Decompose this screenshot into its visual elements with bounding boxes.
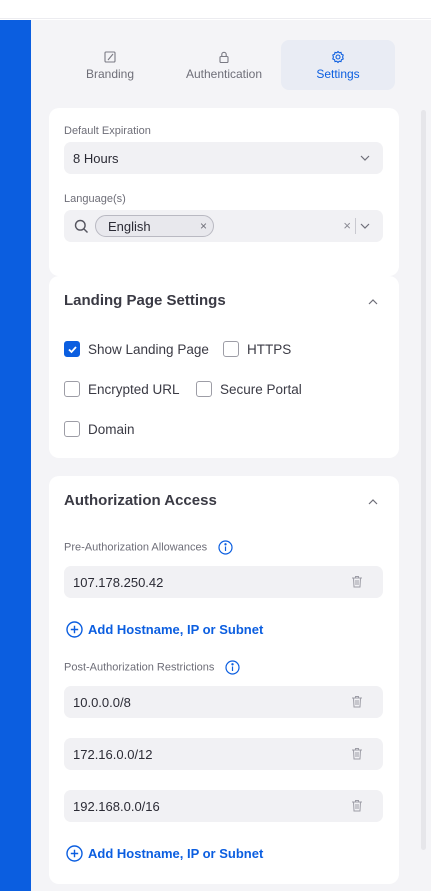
trash-icon[interactable]: [351, 799, 363, 812]
checkbox-label: Show Landing Page: [88, 341, 209, 357]
https-checkbox[interactable]: HTTPS: [223, 341, 291, 357]
entry-value: 107.178.250.42: [73, 574, 164, 590]
trash-icon[interactable]: [351, 695, 363, 708]
brush-icon: [104, 50, 116, 63]
add-post-authorization-button[interactable]: Add Hostname, IP or Subnet: [66, 845, 263, 862]
add-pre-authorization-button[interactable]: Add Hostname, IP or Subnet: [66, 621, 263, 638]
check-icon: [67, 345, 77, 353]
scrollbar[interactable]: [421, 110, 426, 850]
post-authorization-entry[interactable]: 10.0.0.0/8: [64, 686, 383, 718]
secure-portal-checkbox[interactable]: Secure Portal: [196, 381, 302, 397]
tab-label: Settings: [316, 66, 360, 81]
info-icon[interactable]: [218, 540, 233, 555]
chevron-down-icon[interactable]: [359, 220, 371, 232]
chevron-down-icon: [360, 155, 370, 161]
tab-label: Branding: [85, 66, 135, 81]
pre-authorization-label: Pre-Authorization Allowances: [64, 540, 233, 555]
tab-authentication[interactable]: Authentication: [167, 40, 281, 90]
checkbox-checked: [64, 341, 80, 357]
chip-remove-icon[interactable]: ×: [200, 219, 207, 233]
top-bar: [0, 0, 431, 19]
info-icon[interactable]: [225, 660, 241, 675]
chevron-up-icon[interactable]: [367, 296, 379, 308]
checkbox-label: Encrypted URL: [88, 381, 180, 397]
pre-authorization-label-text: Pre-Authorization Allowances: [64, 541, 208, 554]
checkbox-label: HTTPS: [247, 341, 292, 357]
entry-value: 192.168.0.0/16: [73, 798, 160, 814]
trash-icon[interactable]: [351, 575, 363, 588]
entry-value: 10.0.0.0/8: [73, 694, 131, 710]
add-button-label: Add Hostname, IP or Subnet: [88, 846, 264, 861]
post-authorization-entry[interactable]: 172.16.0.0/12: [64, 738, 383, 770]
tab-bar: Branding Authentication Settings: [49, 36, 399, 94]
divider: [355, 218, 356, 234]
expiration-label: Default Expiration: [64, 125, 151, 137]
show-landing-page-checkbox[interactable]: Show Landing Page: [64, 341, 209, 357]
gear-icon: [332, 50, 344, 63]
chip-label: English: [108, 218, 151, 234]
tab-settings[interactable]: Settings: [281, 40, 395, 90]
expiration-select[interactable]: 8 Hours: [64, 142, 383, 174]
checkbox: [223, 341, 239, 357]
add-button-label: Add Hostname, IP or Subnet: [88, 622, 264, 637]
landing-card: Landing Page Settings Show Landing Page …: [49, 276, 399, 458]
lock-icon: [219, 51, 229, 63]
post-authorization-label: Post-Authorization Restrictions: [64, 660, 241, 675]
checkbox: [64, 381, 80, 397]
encrypted-url-checkbox[interactable]: Encrypted URL: [64, 381, 180, 397]
language-chip: English ×: [95, 215, 214, 237]
authorization-title: Authorization Access: [64, 492, 217, 509]
authorization-card: Authorization Access Pre-Authorization A…: [49, 476, 399, 884]
general-card: Default Expiration 8 Hours Language(s) E…: [49, 108, 399, 276]
post-authorization-entry[interactable]: 192.168.0.0/16: [64, 790, 383, 822]
tab-branding[interactable]: Branding: [53, 40, 167, 90]
languages-select[interactable]: English × ×: [64, 210, 383, 242]
domain-checkbox[interactable]: Domain: [64, 421, 135, 437]
checkbox: [64, 421, 80, 437]
checkbox-label: Domain: [88, 421, 135, 437]
chevron-up-icon[interactable]: [367, 496, 379, 508]
checkbox-label: Secure Portal: [220, 381, 302, 397]
left-sidebar: [0, 20, 31, 891]
tab-label: Authentication: [185, 66, 263, 81]
plus-circle-icon: [66, 621, 83, 638]
landing-title: Landing Page Settings: [64, 292, 226, 309]
search-icon: [74, 219, 88, 233]
trash-icon[interactable]: [351, 747, 363, 760]
entry-value: 172.16.0.0/12: [73, 746, 153, 762]
post-authorization-label-text: Post-Authorization Restrictions: [64, 661, 215, 674]
pre-authorization-entry[interactable]: 107.178.250.42: [64, 566, 383, 598]
settings-panel: Branding Authentication Settings Default…: [31, 20, 431, 891]
plus-circle-icon: [66, 845, 83, 862]
languages-label: Language(s): [64, 193, 126, 205]
clear-icon[interactable]: ×: [343, 218, 351, 233]
checkbox: [196, 381, 212, 397]
expiration-value: 8 Hours: [73, 150, 119, 166]
